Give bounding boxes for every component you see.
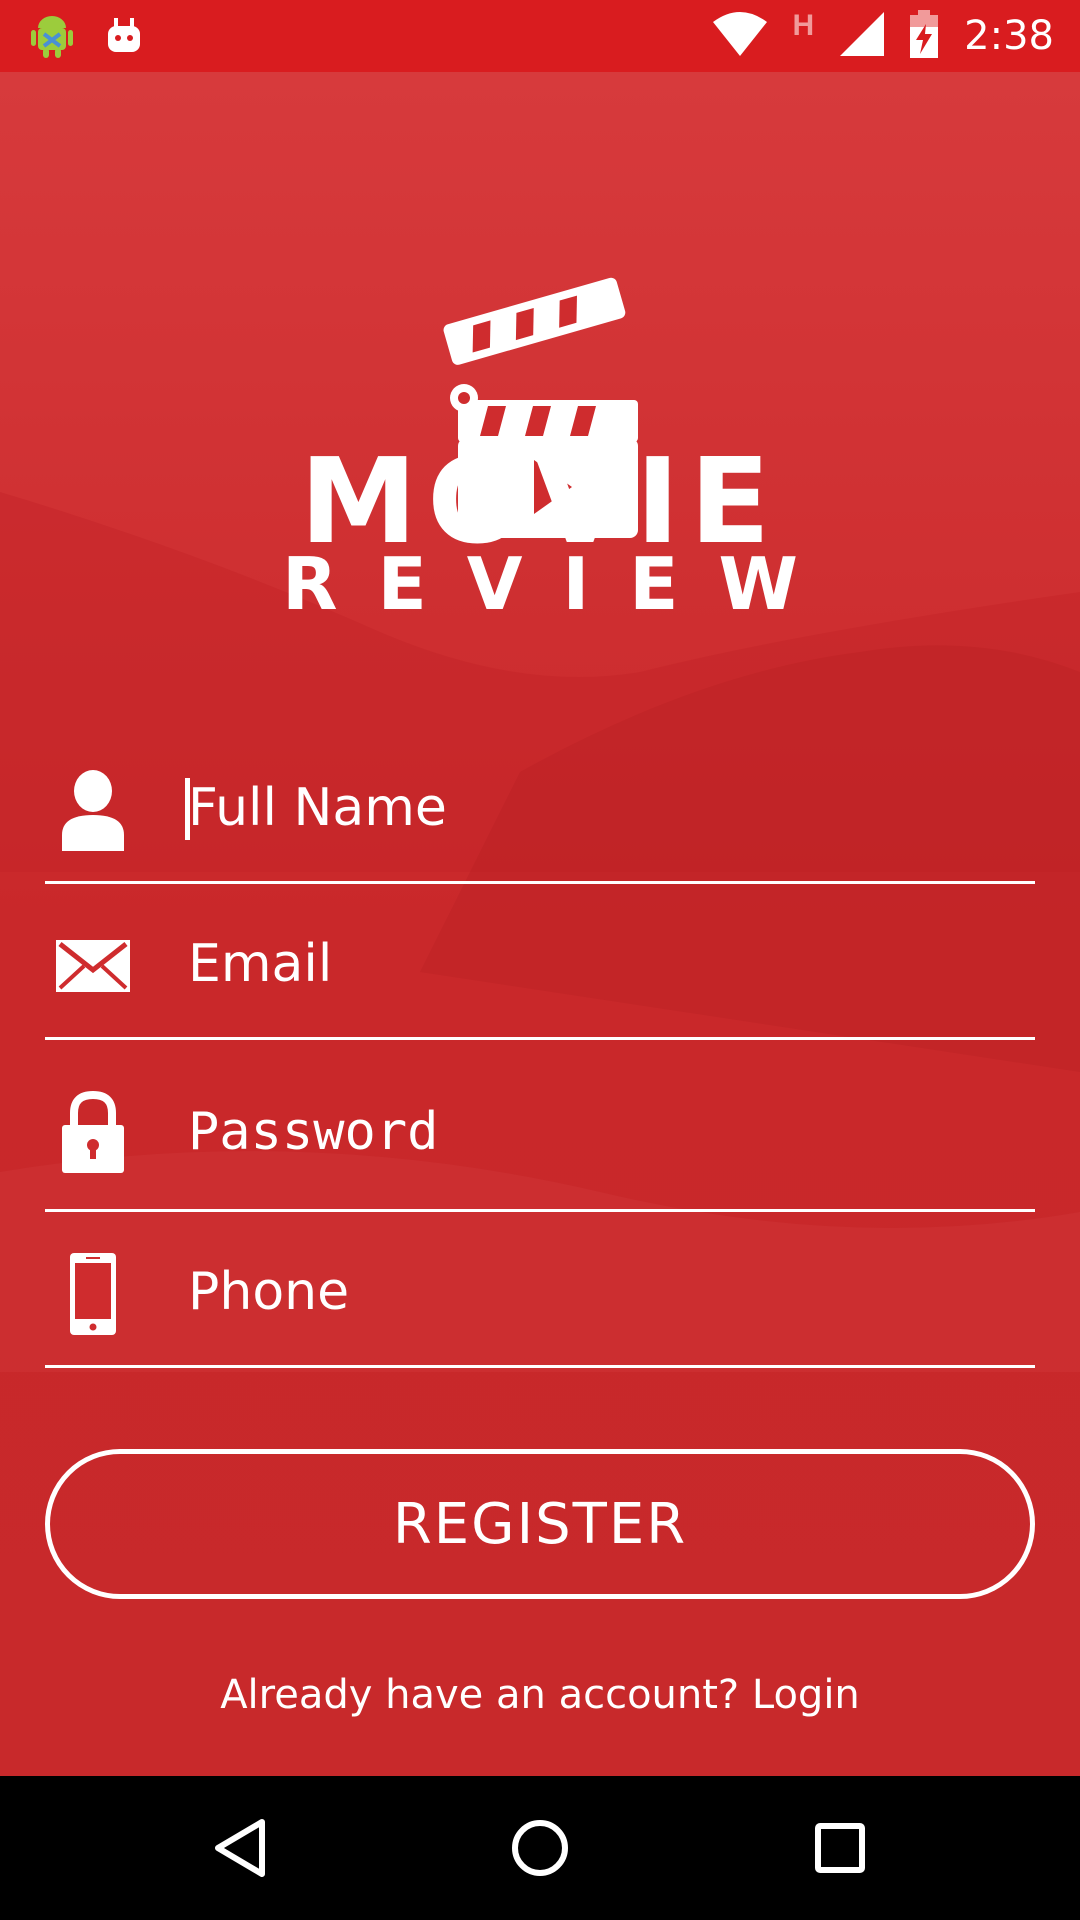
register-button[interactable]: REGISTER [45, 1449, 1035, 1599]
clock: 2:38 [964, 13, 1054, 59]
battery-charging-icon [910, 9, 939, 63]
recents-icon[interactable] [768, 1776, 912, 1920]
android-debug-icon [30, 12, 74, 65]
login-link[interactable]: Login [752, 1672, 860, 1718]
navigation-bar [0, 1776, 1080, 1920]
register-screen: MOVIE REVIEW Full Name Email Password Ph… [0, 72, 1080, 1776]
phone-placeholder: Phone [188, 1262, 350, 1322]
login-prompt-text: Already have an account? [220, 1672, 740, 1718]
password-field[interactable]: Password [45, 1040, 1035, 1212]
email-placeholder: Email [188, 934, 333, 994]
logo-title-review: REVIEW [282, 542, 838, 626]
signal-icon [840, 11, 885, 61]
phone-icon [55, 1252, 131, 1336]
system-status: H 2:38 [712, 0, 1054, 72]
status-bar: H 2:38 [0, 0, 1080, 72]
full-name-field[interactable]: Full Name [45, 728, 1035, 884]
user-icon [55, 768, 131, 852]
lock-icon [55, 1090, 131, 1174]
back-icon[interactable] [168, 1776, 312, 1920]
email-field[interactable]: Email [45, 884, 1035, 1040]
android-notification-icon [104, 14, 144, 63]
wifi-icon [712, 11, 767, 61]
network-type-indicator: H [792, 9, 815, 42]
notification-icons [30, 12, 144, 65]
home-icon[interactable] [468, 1776, 612, 1920]
full-name-placeholder: Full Name [188, 778, 447, 838]
phone-field[interactable]: Phone [45, 1212, 1035, 1368]
login-prompt: Already have an account? Login [0, 1672, 1080, 1718]
password-placeholder: Password [188, 1102, 439, 1162]
envelope-icon [55, 924, 131, 1008]
